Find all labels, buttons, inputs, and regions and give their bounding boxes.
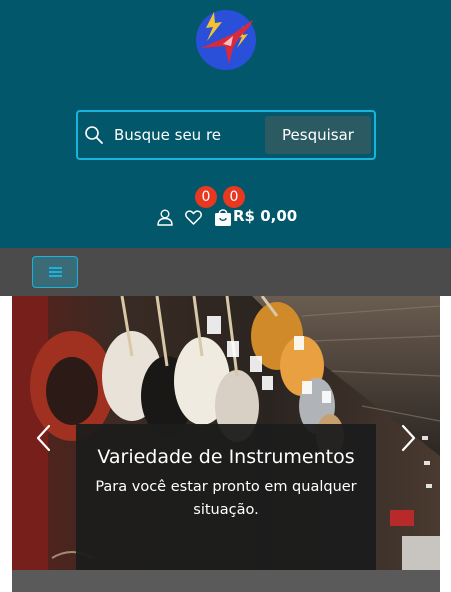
carousel-title: Variedade de Instrumentos — [97, 446, 355, 468]
menu-toggle-button[interactable] — [32, 256, 78, 288]
cart-icon[interactable] — [214, 207, 232, 227]
section-divider — [12, 570, 440, 592]
hero-carousel: Variedade de Instrumentos Para você esta… — [12, 296, 440, 570]
user-icon[interactable] — [157, 209, 173, 226]
cart-total[interactable]: R$ 0,00 — [233, 207, 297, 225]
navbar — [0, 248, 451, 296]
search-bar: Pesquisar — [76, 110, 376, 160]
search-icon — [85, 126, 103, 144]
search-input[interactable] — [114, 122, 264, 148]
header-icons: 0 0 R$ 0,00 — [0, 182, 451, 232]
carousel-caption: Variedade de Instrumentos Para você esta… — [76, 424, 376, 570]
chevron-right-icon[interactable] — [396, 422, 420, 454]
heart-icon[interactable] — [185, 210, 202, 225]
chevron-left-icon[interactable] — [32, 422, 56, 454]
site-header: Pesquisar 0 0 R$ 0,00 — [0, 0, 451, 248]
menu-icon — [49, 267, 62, 269]
menu-icon-bar — [49, 275, 62, 277]
cart-count-badge: 0 — [223, 186, 245, 208]
carousel-subtitle: Para você estar pronto em qualquer situa… — [95, 479, 357, 518]
logo-icon[interactable] — [193, 6, 259, 72]
search-button[interactable]: Pesquisar — [265, 116, 371, 154]
wishlist-count-badge: 0 — [195, 186, 217, 208]
menu-icon-bar — [49, 271, 62, 273]
